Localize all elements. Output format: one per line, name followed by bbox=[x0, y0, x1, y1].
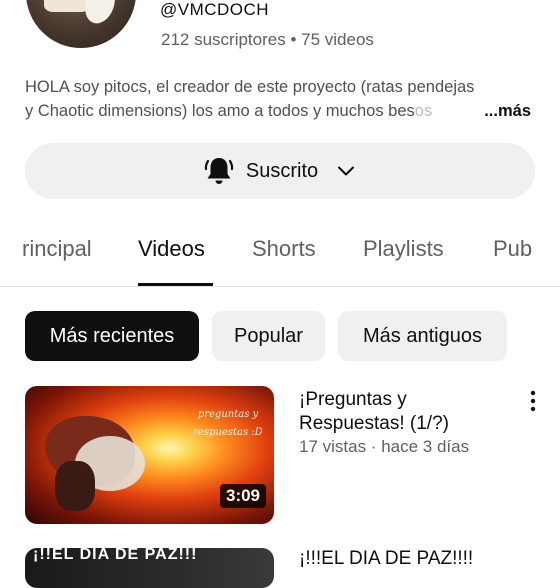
thumbnail-text: preguntas y respuestas :D bbox=[193, 409, 263, 438]
channel-stats: 212 suscriptores • 75 videos bbox=[161, 30, 374, 49]
subscribed-label: Suscrito bbox=[245, 159, 319, 182]
active-tab-indicator bbox=[138, 283, 213, 286]
thumbnail-art bbox=[55, 461, 95, 511]
bell-icon bbox=[204, 158, 234, 184]
video-meta: 17 vistas · hace 3 días bbox=[299, 437, 470, 456]
channel-tabs: rincipal Videos Shorts Playlists Pub bbox=[0, 228, 560, 287]
avatar-art bbox=[80, 0, 120, 28]
tab-playlists[interactable]: Playlists bbox=[363, 236, 444, 262]
video-duration: 3:09 bbox=[219, 484, 267, 508]
video-thumbnail[interactable]: ¡!!EL DIA DE PAZ!!! bbox=[25, 548, 274, 588]
chip-mas-recientes[interactable]: Más recientes bbox=[25, 311, 199, 361]
description-line: y Chaotic dimensions) los amo a todos y … bbox=[25, 99, 535, 123]
description-fade-text: os bbox=[414, 102, 433, 120]
avatar-art bbox=[44, 0, 90, 12]
channel-avatar[interactable] bbox=[26, 0, 136, 48]
channel-handle: @VMCDOCH bbox=[160, 0, 270, 19]
tab-shorts[interactable]: Shorts bbox=[252, 236, 316, 262]
more-options-icon[interactable] bbox=[524, 389, 542, 413]
tab-videos[interactable]: Videos bbox=[138, 236, 205, 262]
description-text: y Chaotic dimensions) los amo a todos y … bbox=[25, 102, 415, 120]
chip-popular[interactable]: Popular bbox=[212, 311, 325, 361]
thumbnail-text: ¡!!EL DIA DE PAZ!!! bbox=[33, 548, 198, 563]
video-title[interactable]: ¡!!!EL DIA DE PAZ!!!! bbox=[299, 548, 473, 570]
chevron-down-icon bbox=[338, 166, 355, 176]
chip-mas-antiguos[interactable]: Más antiguos bbox=[338, 311, 507, 361]
description-line: HOLA soy pitocs, el creador de este proy… bbox=[25, 78, 475, 96]
tab-principal[interactable]: rincipal bbox=[22, 236, 92, 262]
video-title[interactable]: ¡Preguntas y Respuestas! (1/?) bbox=[299, 388, 509, 436]
channel-description[interactable]: HOLA soy pitocs, el creador de este proy… bbox=[25, 75, 535, 123]
tab-publicaciones[interactable]: Pub bbox=[493, 236, 532, 262]
subscribed-button[interactable]: Suscrito bbox=[25, 143, 535, 199]
more-link[interactable]: ...más bbox=[480, 99, 531, 123]
